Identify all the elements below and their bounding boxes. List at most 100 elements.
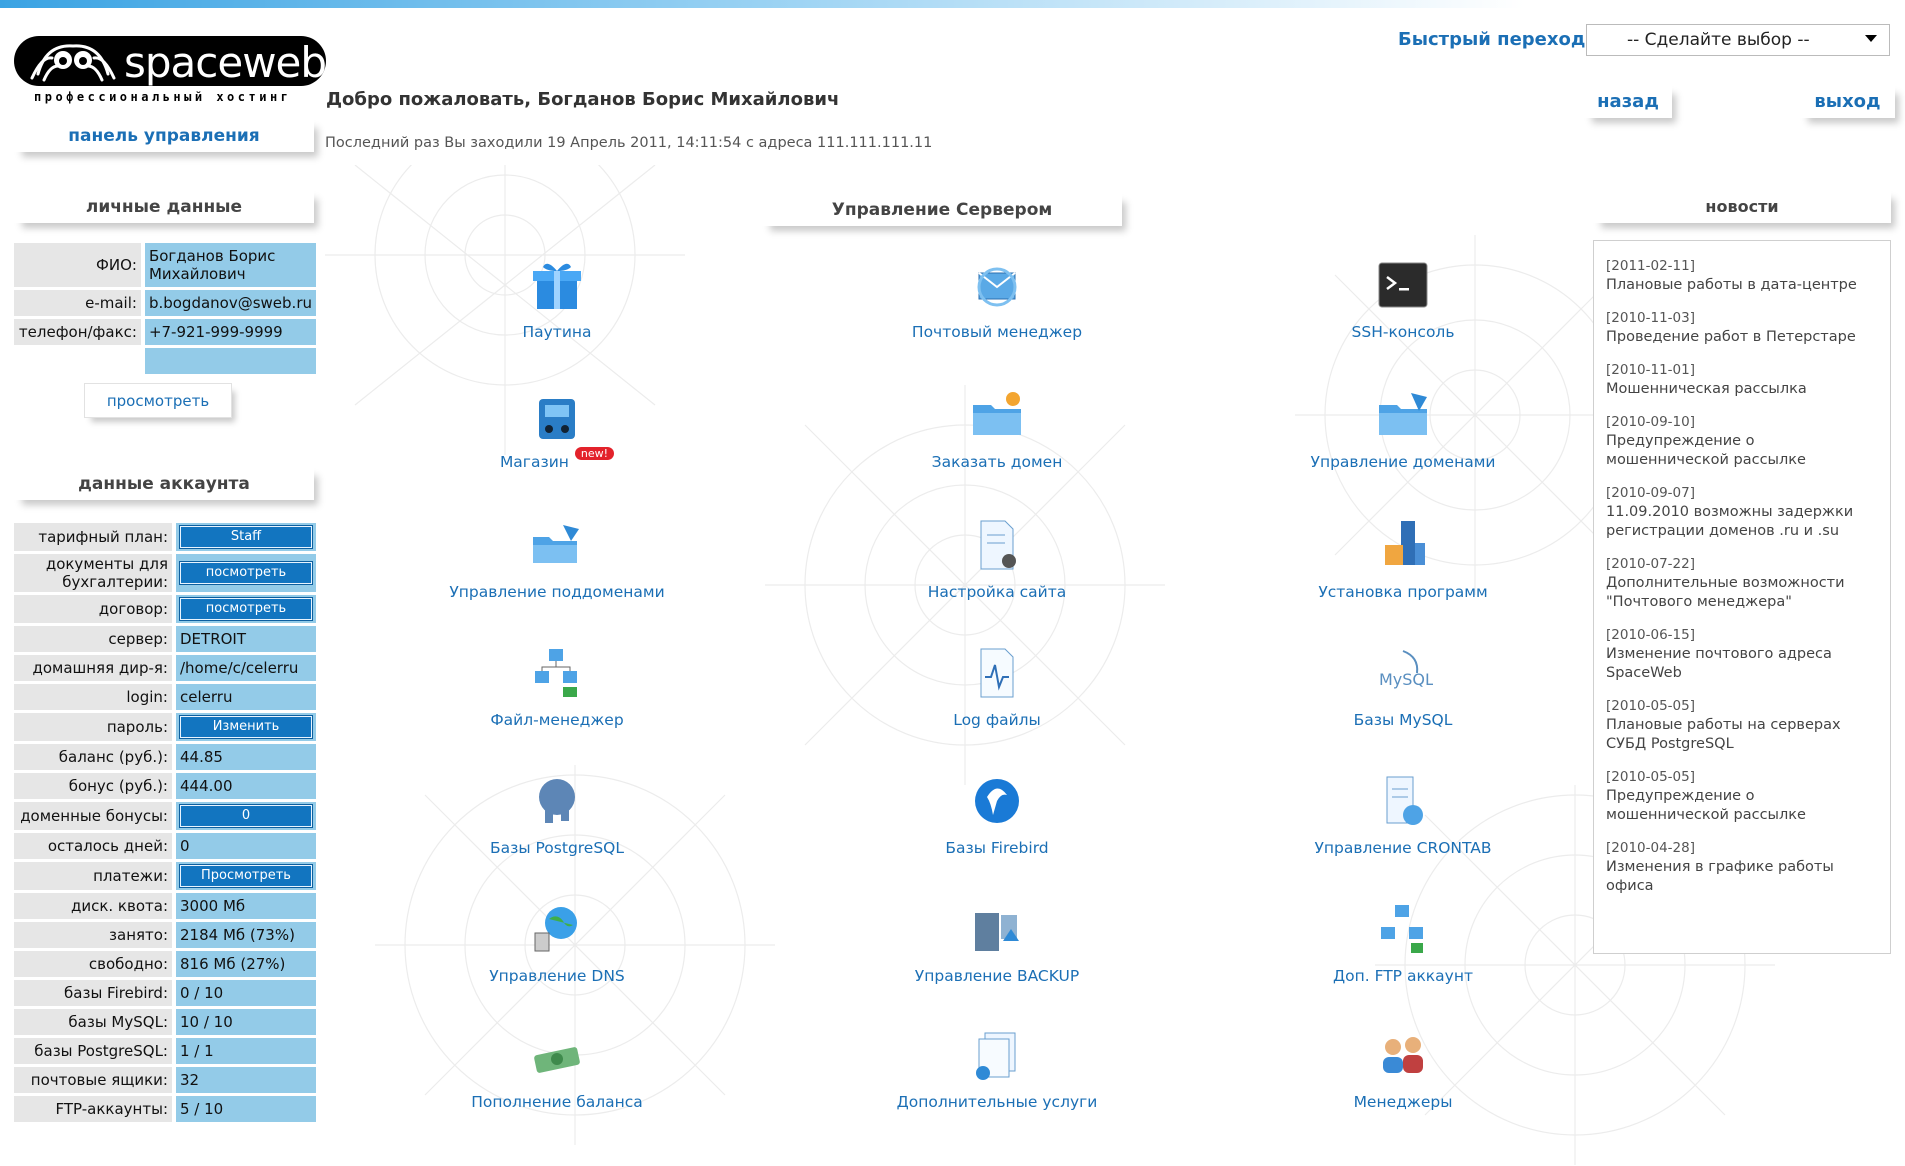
service-label[interactable]: Управление DNS <box>417 967 697 985</box>
news-text[interactable]: Предупреждение о мошеннической рассылке <box>1606 787 1878 825</box>
service-label[interactable]: Менеджеры <box>1263 1093 1543 1111</box>
service-label-text[interactable]: Базы MySQL <box>1354 711 1453 729</box>
news-text[interactable]: Плановые работы в дата-центре <box>1606 276 1878 295</box>
service-label[interactable]: Базы Firebird <box>857 839 1137 857</box>
service-label-text[interactable]: Управление BACKUP <box>915 967 1079 985</box>
service-label[interactable]: Почтовый менеджер <box>857 323 1137 341</box>
quick-jump-select[interactable]: -- Сделайте выбор -- <box>1586 24 1890 56</box>
terminal-icon[interactable] <box>1373 255 1433 315</box>
service-label[interactable]: Настройка сайта <box>857 583 1137 601</box>
control-panel-link[interactable]: панель управления <box>68 126 259 146</box>
service-label[interactable]: SSH-консоль <box>1263 323 1543 341</box>
service-label-text[interactable]: Паутина <box>522 323 591 341</box>
service-label[interactable]: Управление BACKUP <box>857 967 1137 985</box>
service-item[interactable]: Дополнительные услуги <box>857 1025 1137 1111</box>
dropdown-arrow-icon[interactable] <box>1865 35 1877 42</box>
service-item[interactable]: SSH-консоль <box>1263 255 1543 341</box>
service-label-text[interactable]: Файл-менеджер <box>490 711 623 729</box>
news-item[interactable]: [2010-05-05] Предупреждение о мошенническ… <box>1606 768 1878 825</box>
service-item[interactable]: Настройка сайта <box>857 515 1137 601</box>
news-item[interactable]: [2010-09-10] Предупреждение о мошенническ… <box>1606 413 1878 470</box>
extra-services-icon[interactable] <box>967 1025 1027 1085</box>
account-row-value[interactable]: Staff <box>172 523 316 551</box>
ftp-icon[interactable] <box>1373 899 1433 959</box>
service-label[interactable]: Магазин new! <box>417 447 697 471</box>
account-row-value[interactable]: Просмотреть <box>172 862 316 890</box>
postgresql-icon[interactable] <box>527 771 587 831</box>
news-item[interactable]: [2010-09-07] 11.09.2010 возможны задержки… <box>1606 484 1878 541</box>
mysql-icon[interactable]: MySQL <box>1373 643 1434 703</box>
service-label-text[interactable]: Дополнительные услуги <box>897 1093 1098 1111</box>
spaceweb-logo[interactable]: spaceweb профессиональный хостинг <box>14 36 327 106</box>
service-label[interactable]: Пополнение баланса <box>417 1093 697 1111</box>
back-tab[interactable]: назад <box>1584 85 1672 118</box>
news-item[interactable]: [2010-06-15] Изменение почтового адреса S… <box>1606 626 1878 683</box>
service-label[interactable]: Доп. FTP аккаунт <box>1263 967 1543 985</box>
news-item[interactable]: [2010-05-05] Плановые работы на серверах … <box>1606 697 1878 754</box>
service-label-text[interactable]: Доп. FTP аккаунт <box>1333 967 1473 985</box>
service-item[interactable]: Магазин new! <box>417 385 697 471</box>
service-item[interactable]: Управление CRONTAB <box>1263 771 1543 857</box>
account-row-value[interactable]: Изменить <box>172 713 316 741</box>
news-text[interactable]: Мошенническая рассылка <box>1606 380 1878 399</box>
news-text[interactable]: Проведение работ в Петерстаре <box>1606 328 1878 347</box>
service-item[interactable]: Управление доменами <box>1263 385 1543 471</box>
service-label[interactable]: Дополнительные услуги <box>857 1093 1137 1111</box>
service-label-text[interactable]: Менеджеры <box>1354 1093 1453 1111</box>
service-label-text[interactable]: Заказать домен <box>932 453 1063 471</box>
service-label-text[interactable]: Базы PostgreSQL <box>490 839 624 857</box>
service-item[interactable]: Паутина <box>417 255 697 341</box>
service-label[interactable]: Управление поддоменами <box>417 583 697 601</box>
service-label[interactable]: Установка программ <box>1263 583 1543 601</box>
service-item[interactable]: MySQL Базы MySQL <box>1263 643 1543 729</box>
news-text[interactable]: 11.09.2010 возможны задержки регистрации… <box>1606 503 1878 541</box>
account-row-value[interactable]: посмотреть <box>172 595 316 623</box>
service-item[interactable]: Управление DNS <box>417 899 697 985</box>
folder-star-icon[interactable] <box>967 385 1027 445</box>
logout-tab[interactable]: выход <box>1800 85 1895 118</box>
service-item[interactable]: Управление поддоменами <box>417 515 697 601</box>
news-text[interactable]: Предупреждение о мошеннической рассылке <box>1606 432 1878 470</box>
news-item[interactable]: [2010-11-03] Проведение работ в Петерстар… <box>1606 309 1878 347</box>
news-item[interactable]: [2011-02-11] Плановые работы в дата-центр… <box>1606 257 1878 295</box>
service-label[interactable]: Заказать домен <box>857 453 1137 471</box>
service-label-text[interactable]: Управление доменами <box>1311 453 1496 471</box>
dns-globe-icon[interactable] <box>527 899 587 959</box>
crontab-icon[interactable] <box>1373 771 1433 831</box>
install-icon[interactable] <box>1373 515 1433 575</box>
service-item[interactable]: Заказать домен <box>857 385 1137 471</box>
account-row-button[interactable]: 0 <box>179 804 313 828</box>
folder-arrow-icon[interactable] <box>1373 385 1433 445</box>
service-label-text[interactable]: Магазин <box>500 453 569 471</box>
account-row-value[interactable]: посмотреть <box>172 554 316 592</box>
shop-icon[interactable] <box>527 385 587 445</box>
service-label[interactable]: Управление CRONTAB <box>1263 839 1543 857</box>
service-item[interactable]: Установка программ <box>1263 515 1543 601</box>
service-label[interactable]: Управление доменами <box>1263 453 1543 471</box>
subfolder-icon[interactable] <box>527 515 587 575</box>
service-item[interactable]: Менеджеры <box>1263 1025 1543 1111</box>
news-text[interactable]: Изменения в графике работы офиса <box>1606 858 1878 896</box>
document-gear-icon[interactable] <box>967 515 1027 575</box>
service-item[interactable]: Доп. FTP аккаунт <box>1263 899 1543 985</box>
news-item[interactable]: [2010-07-22] Дополнительные возможности "… <box>1606 555 1878 612</box>
service-label-text[interactable]: Настройка сайта <box>928 583 1067 601</box>
firebird-icon[interactable] <box>967 771 1027 831</box>
news-text[interactable]: Изменение почтового адреса SpaceWeb <box>1606 645 1878 683</box>
managers-icon[interactable] <box>1373 1025 1433 1085</box>
service-item[interactable]: Базы PostgreSQL <box>417 771 697 857</box>
service-item[interactable]: Пополнение баланса <box>417 1025 697 1111</box>
service-item[interactable]: Файл-менеджер <box>417 643 697 729</box>
service-label-text[interactable]: SSH-консоль <box>1352 323 1455 341</box>
service-label-text[interactable]: Базы Firebird <box>945 839 1048 857</box>
service-label[interactable]: Базы MySQL <box>1263 711 1543 729</box>
service-label[interactable]: Базы PostgreSQL <box>417 839 697 857</box>
control-panel-tab[interactable]: панель управления <box>14 119 314 152</box>
service-label-text[interactable]: Пополнение баланса <box>471 1093 643 1111</box>
service-label-text[interactable]: Почтовый менеджер <box>912 323 1082 341</box>
account-row-button[interactable]: Staff <box>179 525 313 549</box>
account-row-button[interactable]: посмотреть <box>179 597 313 621</box>
account-row-button[interactable]: Изменить <box>179 715 313 739</box>
file-tree-icon[interactable] <box>527 643 587 703</box>
service-item[interactable]: Log файлы <box>857 643 1137 729</box>
